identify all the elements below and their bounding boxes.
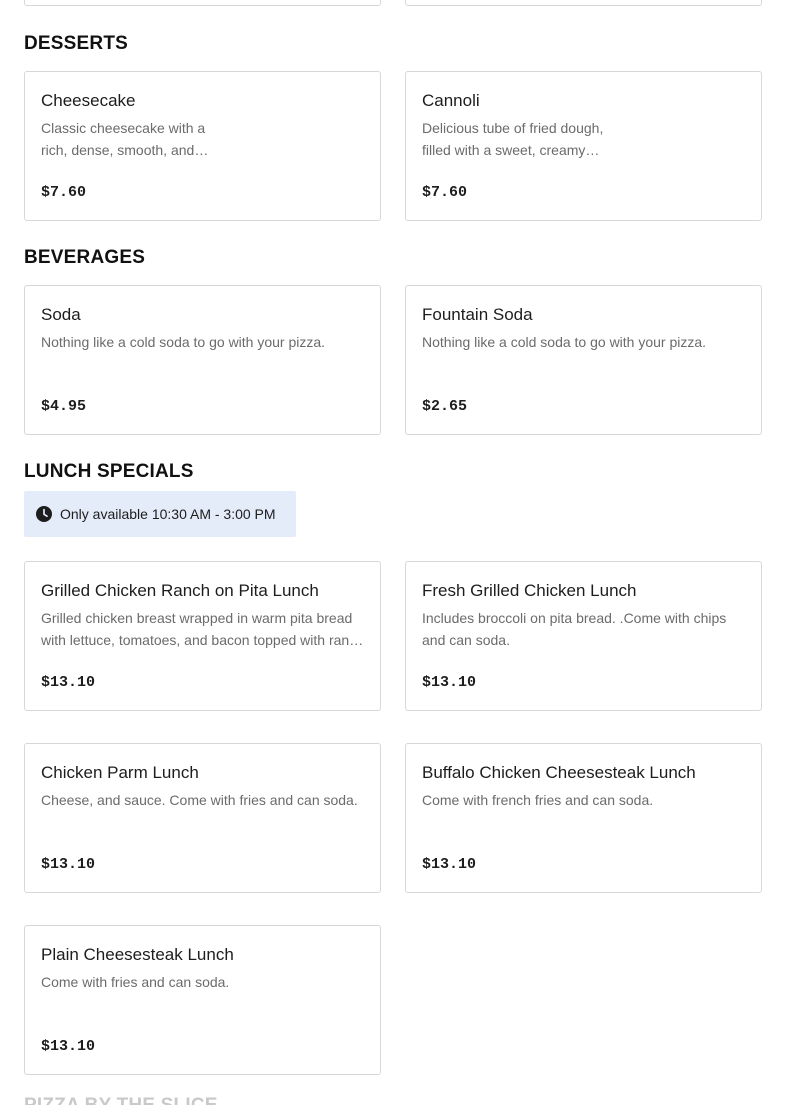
item-description: Cheese, and sauce. Come with fries and c… <box>41 792 358 808</box>
item-price: $7.60 <box>41 184 87 201</box>
item-price: $2.65 <box>422 398 468 415</box>
menu-item-card[interactable]: Grilled Chicken Ranch on Pita Lunch Gril… <box>24 561 381 711</box>
clock-icon <box>36 506 52 522</box>
menu-item-card-partial[interactable] <box>405 0 762 6</box>
item-price: $13.10 <box>41 1038 96 1055</box>
item-name: Plain Cheesesteak Lunch <box>41 945 234 964</box>
section-title-next: PIZZA BY THE SLICE <box>24 1097 274 1105</box>
item-name: Cheesecake <box>41 91 136 110</box>
item-name: Soda <box>41 305 81 324</box>
item-name: Chicken Parm Lunch <box>41 763 199 782</box>
item-description: Come with french fries and can soda. <box>422 792 654 808</box>
availability-notice: Only available 10:30 AM - 3:00 PM <box>24 491 296 537</box>
menu-item-card[interactable]: Fountain Soda Nothing like a cold soda t… <box>405 285 762 435</box>
item-name: Cannoli <box>422 91 480 110</box>
item-description: Nothing like a cold soda to go with your… <box>422 334 707 350</box>
menu-item-card[interactable]: Fresh Grilled Chicken Lunch Includes bro… <box>405 561 762 711</box>
menu-item-card[interactable]: Chicken Parm Lunch Cheese, and sauce. Co… <box>24 743 381 893</box>
menu-item-card[interactable]: Soda Nothing like a cold soda to go with… <box>24 285 381 435</box>
item-price: $13.10 <box>422 856 477 873</box>
item-name: Fountain Soda <box>422 305 533 324</box>
item-description: Delicious tube of fried dough, filled wi… <box>422 120 604 158</box>
item-price: $4.95 <box>41 398 87 415</box>
section-title-desserts: DESSERTS <box>24 33 129 54</box>
menu-item-card[interactable]: Plain Cheesesteak Lunch Come with fries … <box>24 925 381 1075</box>
item-name: Buffalo Chicken Cheesesteak Lunch <box>422 763 696 782</box>
availability-text: Only available 10:30 AM - 3:00 PM <box>60 506 276 522</box>
item-price: $13.10 <box>422 674 477 691</box>
section-title-beverages: BEVERAGES <box>24 247 146 268</box>
item-price: $7.60 <box>422 184 468 201</box>
item-price: $13.10 <box>41 674 96 691</box>
section-title-next-clipped: PIZZA BY THE SLICE <box>24 1097 274 1105</box>
item-description: Nothing like a cold soda to go with your… <box>41 334 326 350</box>
item-description: Includes broccoli on pita bread. .Come w… <box>422 610 727 648</box>
menu-item-card-partial[interactable] <box>24 0 381 6</box>
section-title-lunch-specials: LUNCH SPECIALS <box>24 461 194 482</box>
item-description: Come with fries and can soda. <box>41 974 230 990</box>
item-price: $13.10 <box>41 856 96 873</box>
menu-page: DESSERTS Cheesecake Classic cheesecake w… <box>0 0 785 1105</box>
menu-item-card[interactable]: Buffalo Chicken Cheesesteak Lunch Come w… <box>405 743 762 893</box>
item-name: Grilled Chicken Ranch on Pita Lunch <box>41 581 319 600</box>
menu-item-card[interactable]: Cannoli Delicious tube of fried dough, f… <box>405 71 762 221</box>
menu-item-card[interactable]: Cheesecake Classic cheesecake with a ric… <box>24 71 381 221</box>
item-description: Grilled chicken breast wrapped in warm p… <box>41 610 364 648</box>
item-name: Fresh Grilled Chicken Lunch <box>422 581 637 600</box>
item-description: Classic cheesecake with a rich, dense, s… <box>41 120 206 158</box>
